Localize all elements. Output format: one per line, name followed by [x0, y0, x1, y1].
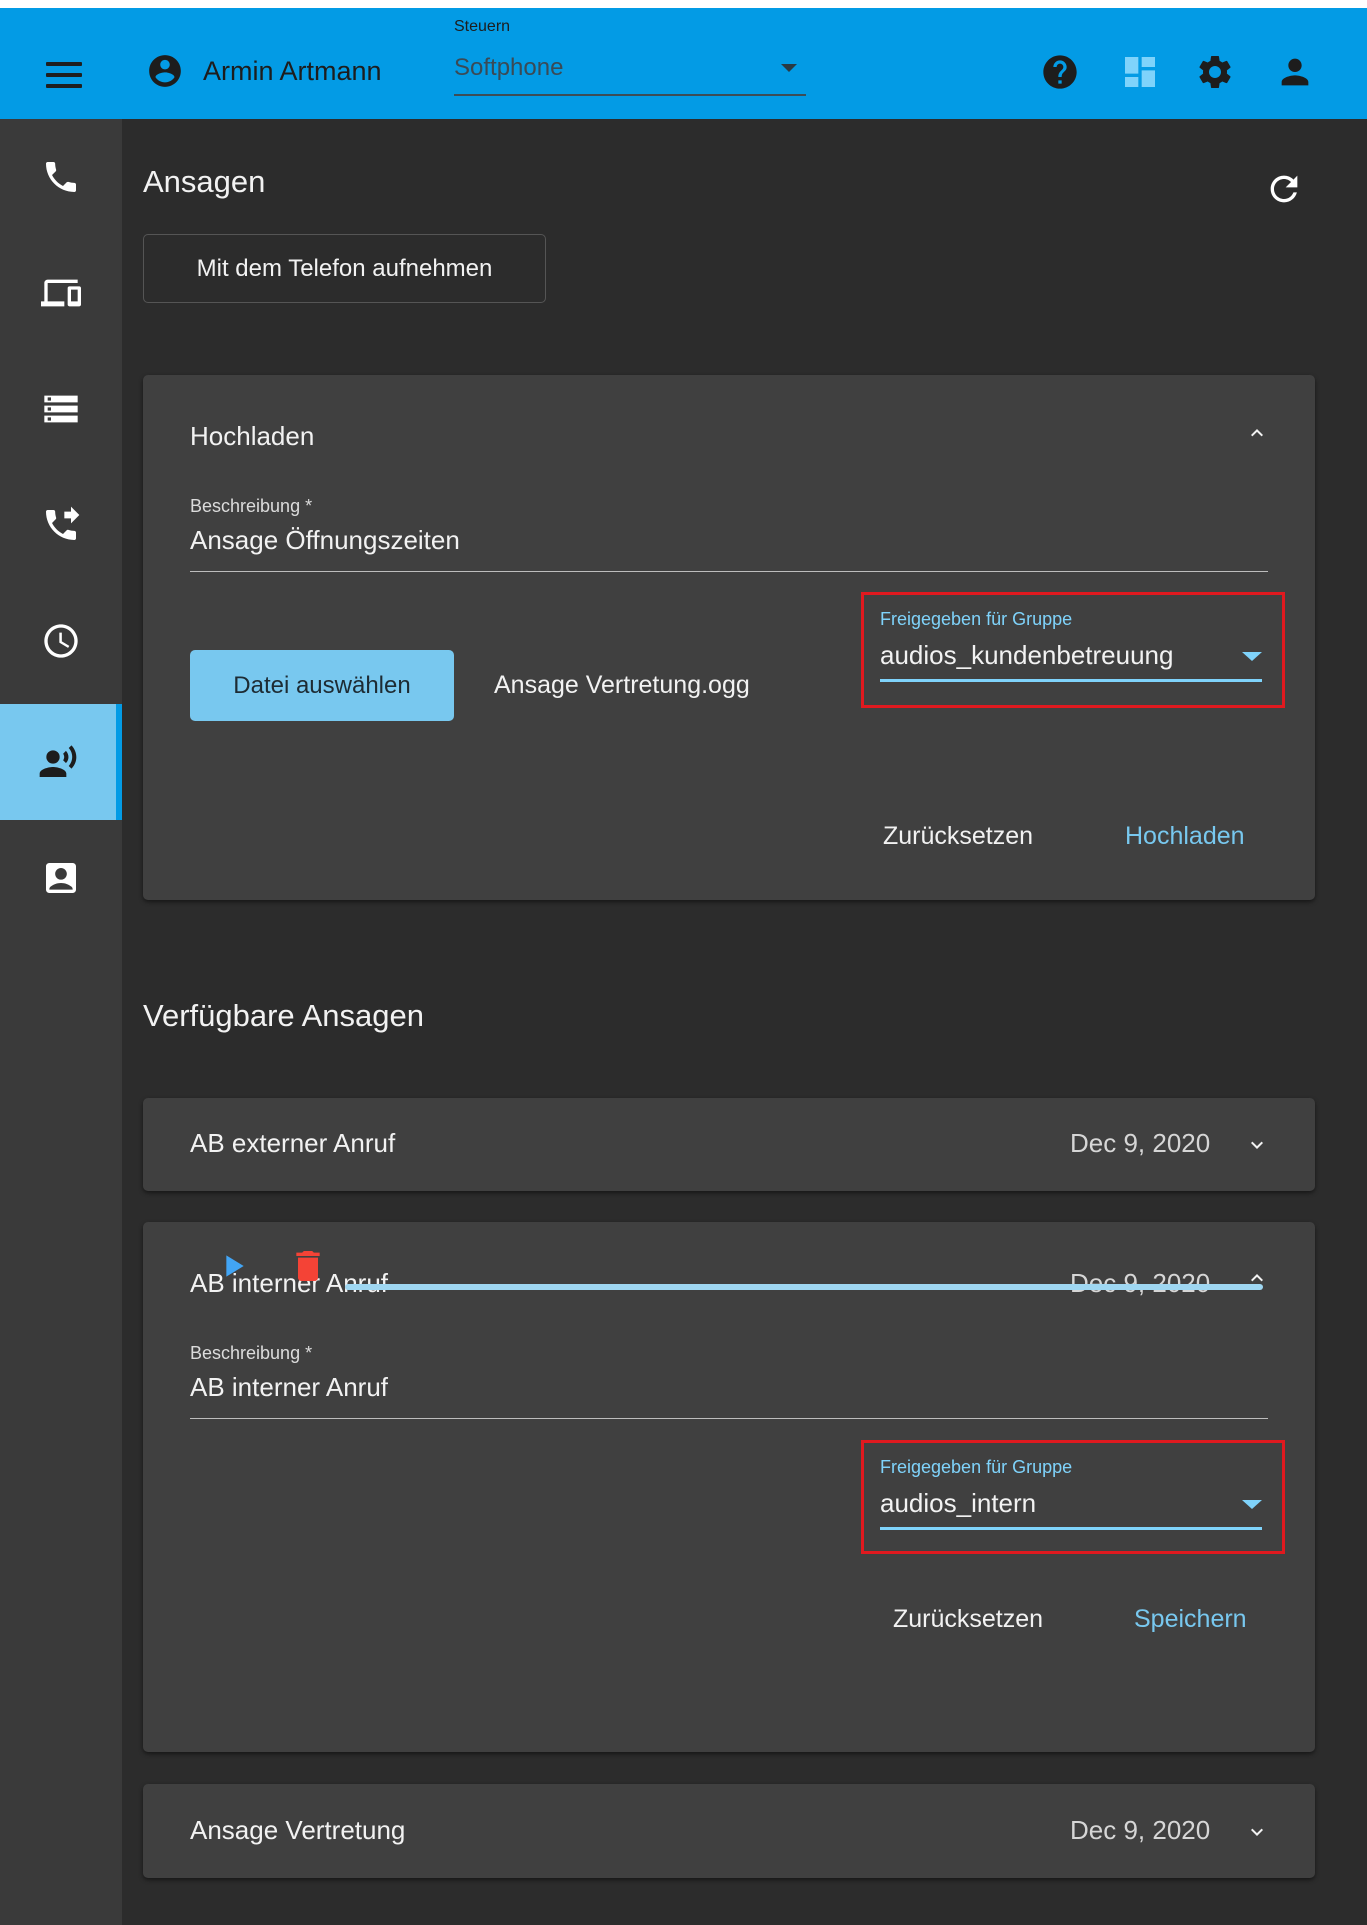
description-label: Beschreibung * [190, 1343, 313, 1363]
selected-file-name: Ansage Vertretung.ogg [494, 671, 750, 699]
upload-button[interactable]: Hochladen [1125, 822, 1245, 851]
sidebar [0, 119, 122, 1925]
group-select-label: Freigegeben für Gruppe [880, 609, 1073, 629]
delete-trash-icon[interactable] [288, 1246, 328, 1286]
sidebar-item-storage[interactable] [0, 351, 122, 467]
control-select-label: Steuern [454, 18, 511, 35]
group-select-value[interactable]: audios_intern [880, 1488, 1036, 1519]
announcement-title: AB externer Anruf [190, 1128, 396, 1158]
group-select-label: Freigegeben für Gruppe [880, 1457, 1073, 1477]
sidebar-item-call-forwarding[interactable] [0, 467, 122, 583]
settings-gear-icon[interactable] [1195, 52, 1235, 92]
menu-icon[interactable] [46, 62, 82, 92]
person-icon[interactable] [1275, 52, 1315, 92]
group-select[interactable]: Freigegeben für Gruppe audios_intern [861, 1440, 1285, 1554]
chevron-down-icon[interactable] [1245, 1820, 1269, 1844]
audio-progress-bar[interactable] [345, 1284, 1263, 1290]
group-select[interactable]: Freigegeben für Gruppe audios_kundenbetr… [861, 592, 1285, 708]
reset-button[interactable]: Zurücksetzen [883, 822, 1033, 851]
record-voice-icon [39, 745, 77, 777]
devices-icon [41, 279, 81, 307]
group-select-underline [880, 1527, 1262, 1530]
storage-icon [44, 395, 78, 423]
sidebar-item-schedules[interactable] [0, 583, 122, 699]
dashboard-icon[interactable] [1120, 52, 1160, 92]
chevron-down-icon[interactable] [1245, 1133, 1269, 1157]
play-icon[interactable] [217, 1250, 249, 1282]
description-label: Beschreibung * [190, 496, 313, 516]
announcement-date: Dec 9, 2020 [1070, 1815, 1211, 1845]
main-content: Ansagen Mit dem Telefon aufnehmen Hochla… [122, 119, 1367, 1925]
chevron-up-icon[interactable] [1245, 421, 1269, 445]
upload-card-title: Hochladen [190, 421, 315, 451]
page-title: Ansagen [143, 164, 266, 199]
description-input[interactable]: Ansage Öffnungszeiten [190, 525, 460, 556]
sidebar-item-devices[interactable] [0, 235, 122, 351]
sidebar-item-contacts[interactable] [0, 820, 122, 936]
announcement-item-expanded: AB interner Anruf Dec 9, 2020 Beschreibu… [143, 1222, 1315, 1752]
dropdown-arrow-icon[interactable] [1242, 652, 1262, 661]
account-circle-icon[interactable] [146, 52, 184, 90]
save-button[interactable]: Speichern [1134, 1605, 1247, 1634]
sidebar-item-phone[interactable] [0, 119, 122, 235]
dropdown-arrow-icon[interactable] [781, 64, 797, 72]
dropdown-arrow-icon[interactable] [1242, 1500, 1262, 1509]
group-select-value[interactable]: audios_kundenbetreuung [880, 640, 1173, 671]
record-with-phone-button[interactable]: Mit dem Telefon aufnehmen [143, 234, 546, 303]
control-select-underline [454, 94, 806, 96]
top-app-bar: Armin Artmann Steuern Softphone [0, 0, 1367, 119]
reset-button[interactable]: Zurücksetzen [893, 1605, 1043, 1634]
sidebar-item-announcements[interactable] [0, 704, 122, 820]
help-icon[interactable] [1040, 52, 1080, 92]
description-underline [190, 571, 1268, 572]
description-underline [190, 1418, 1268, 1419]
upload-card: Hochladen Beschreibung * Ansage Öffnungs… [143, 375, 1315, 900]
user-name: Armin Artmann [203, 56, 382, 86]
description-input[interactable]: AB interner Anruf [190, 1372, 388, 1403]
control-select-value[interactable]: Softphone [454, 54, 563, 82]
refresh-icon[interactable] [1264, 169, 1304, 209]
phone-icon [46, 162, 76, 192]
phone-forwarded-icon [46, 506, 80, 540]
announcement-item[interactable]: Ansage Vertretung Dec 9, 2020 [143, 1784, 1315, 1878]
choose-file-button[interactable]: Datei auswählen [190, 650, 454, 721]
group-select-underline [880, 679, 1262, 682]
announcement-item[interactable]: AB externer Anruf Dec 9, 2020 [143, 1098, 1315, 1191]
contact-card-icon [46, 863, 76, 893]
clock-icon [44, 624, 78, 658]
available-announcements-title: Verfügbare Ansagen [143, 998, 424, 1033]
announcement-date: Dec 9, 2020 [1070, 1128, 1211, 1158]
announcement-title: Ansage Vertretung [190, 1815, 406, 1845]
